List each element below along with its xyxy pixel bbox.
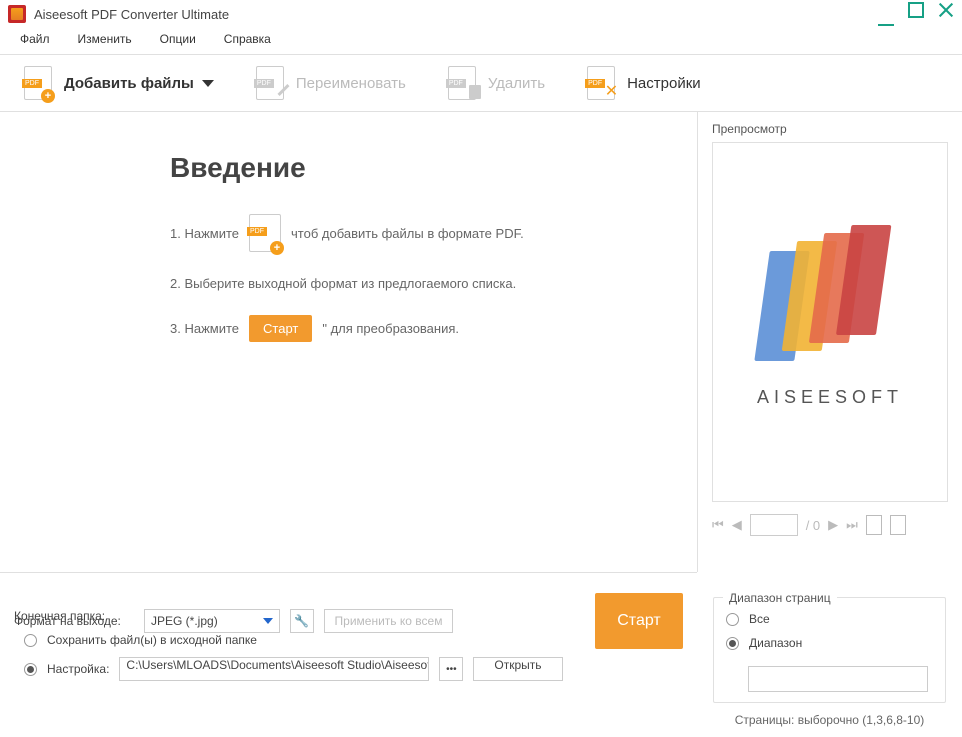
preview-title: Препросмотр xyxy=(712,122,948,136)
step2-text: 2. Выберите выходной формат из предлогае… xyxy=(170,276,516,291)
range-input[interactable] xyxy=(748,666,928,692)
minimize-button[interactable] xyxy=(878,10,894,26)
format-select[interactable]: JPEG (*.jpg) xyxy=(144,609,280,633)
wrench-icon: 🔧 xyxy=(294,614,309,628)
prev-page-button[interactable]: ◀ xyxy=(732,517,742,533)
range-legend: Диапазон страниц xyxy=(723,591,837,605)
dest-custom-label: Настройка: xyxy=(47,662,109,676)
brand-text: AISEESOFT xyxy=(757,387,903,408)
chevron-down-icon xyxy=(202,80,214,87)
settings-button[interactable]: Настройки xyxy=(583,65,701,101)
rename-label: Переименовать xyxy=(296,75,406,92)
intro-title: Введение xyxy=(170,152,647,184)
menu-options[interactable]: Опции xyxy=(160,32,196,46)
browse-button[interactable]: ••• xyxy=(439,657,463,681)
dest-custom-radio[interactable] xyxy=(24,663,37,676)
app-icon xyxy=(8,5,26,23)
close-button[interactable] xyxy=(938,2,954,18)
maximize-button[interactable] xyxy=(908,2,924,18)
range-custom-radio[interactable] xyxy=(726,637,739,650)
add-files-button[interactable]: Добавить файлы xyxy=(20,65,214,101)
first-page-button[interactable]: ⏮ xyxy=(712,517,724,533)
add-files-label: Добавить файлы xyxy=(64,75,194,92)
format-settings-button[interactable]: 🔧 xyxy=(290,609,314,633)
range-hint: Страницы: выборочно (1,3,6,8-10) xyxy=(713,713,946,727)
dest-same-radio[interactable] xyxy=(24,634,37,647)
range-custom-label: Диапазон xyxy=(749,636,802,650)
single-page-icon[interactable] xyxy=(866,515,882,535)
dest-label: Конечная папка: xyxy=(14,609,134,623)
last-page-button[interactable]: ⏭ xyxy=(846,517,858,533)
format-value: JPEG (*.jpg) xyxy=(151,614,218,628)
preview-box: AISEESOFT xyxy=(712,142,948,502)
brand-logo xyxy=(770,237,889,347)
pdf-settings-icon xyxy=(587,66,615,100)
step1-suffix: чтоб добавить файлы в формате PDF. xyxy=(291,226,524,241)
pdf-rename-icon xyxy=(256,66,284,100)
dest-path-input[interactable]: C:\Users\MLOADS\Documents\Aiseesoft Stud… xyxy=(119,657,429,681)
pdf-delete-icon xyxy=(448,66,476,100)
range-all-radio[interactable] xyxy=(726,613,739,626)
export-page-icon[interactable] xyxy=(890,515,906,535)
delete-button: Удалить xyxy=(444,65,545,101)
settings-label: Настройки xyxy=(627,75,701,92)
pdf-add-icon xyxy=(24,66,52,100)
next-page-button[interactable]: ▶ xyxy=(828,517,838,533)
step3-suffix: " для преобразования. xyxy=(322,321,459,336)
range-all-label: Все xyxy=(749,612,770,626)
menu-file[interactable]: Файл xyxy=(20,32,50,46)
delete-label: Удалить xyxy=(488,75,545,92)
start-chip: Старт xyxy=(249,315,312,342)
pdf-add-icon xyxy=(249,214,281,252)
step1-prefix: 1. Нажмите xyxy=(170,226,239,241)
dest-same-label: Сохранить файл(ы) в исходной папке xyxy=(47,633,257,647)
open-button[interactable]: Открыть xyxy=(473,657,562,681)
step3-prefix: 3. Нажмите xyxy=(170,321,239,336)
apply-all-button[interactable]: Применить ко всем xyxy=(324,609,454,633)
app-title: Aiseesoft PDF Converter Ultimate xyxy=(34,7,878,22)
page-total: / 0 xyxy=(806,518,820,533)
menu-help[interactable]: Справка xyxy=(224,32,271,46)
menu-edit[interactable]: Изменить xyxy=(78,32,132,46)
page-input[interactable] xyxy=(750,514,798,536)
chevron-down-icon xyxy=(263,618,273,624)
rename-button: Переименовать xyxy=(252,65,406,101)
start-button[interactable]: Старт xyxy=(595,593,683,649)
dots-icon: ••• xyxy=(446,664,457,675)
